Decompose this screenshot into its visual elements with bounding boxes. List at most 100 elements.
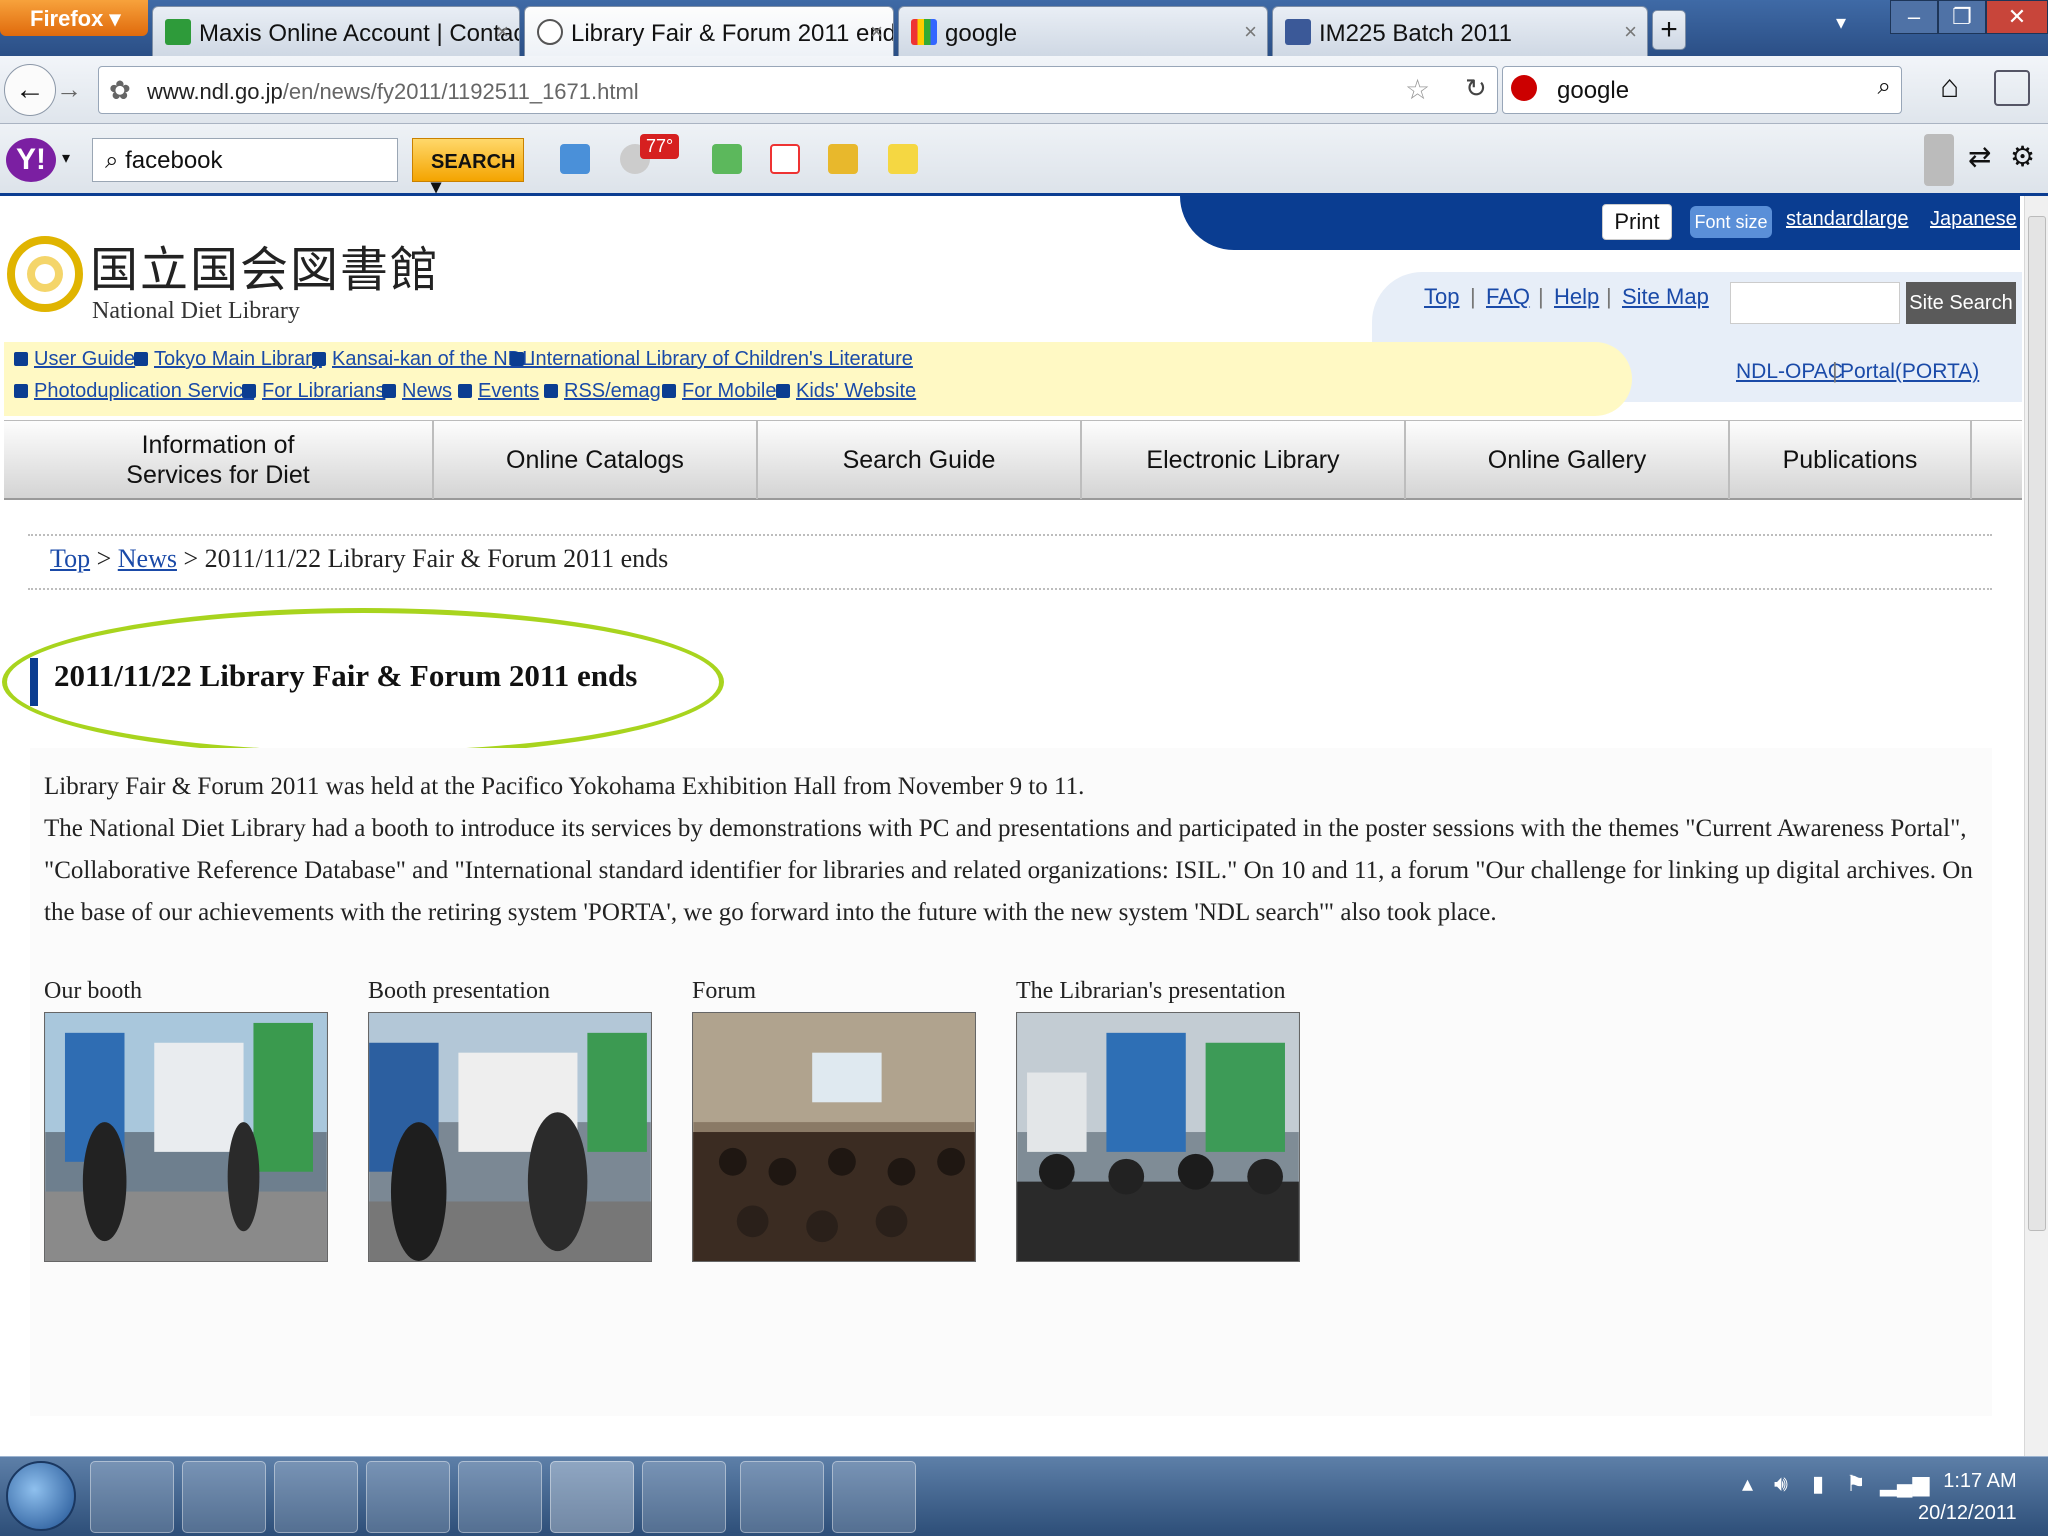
- power-icon[interactable]: ▮: [1812, 1471, 1824, 1497]
- link-for-librarians[interactable]: For Librarians: [242, 380, 385, 403]
- close-icon[interactable]: ×: [1244, 19, 1257, 45]
- sticky-pin-taskbar-icon[interactable]: [366, 1461, 450, 1533]
- tab-label: Library Fair & Forum 2011 ends | Nati...: [571, 20, 893, 47]
- breadcrumb-news-link[interactable]: News: [118, 544, 177, 573]
- toolbar-list-icon[interactable]: [1924, 134, 1954, 186]
- new-tab-button[interactable]: +: [1652, 10, 1686, 50]
- ebay-icon[interactable]: [888, 144, 918, 174]
- tab-facebook[interactable]: IM225 Batch 2011 ×: [1272, 6, 1648, 56]
- powerpoint-taskbar-icon[interactable]: [740, 1461, 824, 1533]
- font-standard-link[interactable]: standard: [1786, 208, 1864, 231]
- link-for-mobile[interactable]: For Mobile: [662, 380, 776, 403]
- yahoo-toolbar: Y! ▾ ⌕ facebook SEARCH ▾ 77° ⇄ ⚙: [0, 124, 2048, 198]
- yahoo-menu-chevron-icon[interactable]: ▾: [62, 148, 70, 168]
- link-kansai-kan[interactable]: Kansai-kan of the NDL: [312, 348, 533, 371]
- screen: Firefox ▾ Maxis Online Account | Contact…: [0, 0, 2048, 1536]
- media-player-taskbar-icon[interactable]: [274, 1461, 358, 1533]
- kaspersky-taskbar-icon[interactable]: [458, 1461, 542, 1533]
- word-taskbar-icon[interactable]: [832, 1461, 916, 1533]
- close-icon[interactable]: ×: [1624, 19, 1637, 45]
- scrollbar-thumb[interactable]: [2028, 216, 2046, 1231]
- separator: |: [1470, 284, 1476, 309]
- link-rss-emag[interactable]: RSS/emag: [544, 380, 661, 403]
- print-button[interactable]: Print: [1602, 204, 1672, 240]
- yahoo-search-button[interactable]: SEARCH ▾: [412, 138, 524, 198]
- yahoo-logo-icon[interactable]: Y!: [6, 138, 56, 182]
- action-center-icon[interactable]: ⚑: [1846, 1471, 1866, 1497]
- booth-presentation-photo[interactable]: [368, 1012, 652, 1262]
- start-button[interactable]: [6, 1461, 76, 1531]
- notepad-icon[interactable]: [828, 144, 858, 174]
- finance-icon[interactable]: [712, 144, 742, 174]
- weather-badge: 77°: [640, 134, 680, 159]
- close-icon[interactable]: ×: [496, 19, 509, 45]
- search-engine-icon[interactable]: [1511, 75, 1537, 101]
- minimize-button[interactable]: –: [1890, 0, 1938, 34]
- window-close-button[interactable]: ✕: [1986, 0, 2048, 34]
- search-engine-query: google: [1557, 77, 1630, 104]
- url-bar[interactable]: ✿ www.ndl.go.jp/en/news/fy2011/1192511_1…: [98, 66, 1498, 114]
- firefox-menu-button[interactable]: Firefox ▾: [0, 0, 148, 36]
- addon-icon[interactable]: [1994, 70, 2030, 106]
- forward-arrow-icon[interactable]: →: [56, 74, 82, 105]
- reload-icon[interactable]: ↻: [1465, 73, 1487, 104]
- header-link-help[interactable]: Help: [1554, 284, 1599, 310]
- firefox-taskbar-icon[interactable]: [550, 1461, 634, 1533]
- toolbar-swap-icon[interactable]: ⇄: [1968, 140, 1991, 173]
- site-search-button[interactable]: Site Search: [1906, 282, 2016, 324]
- site-identity-icon[interactable]: ✿: [109, 75, 131, 106]
- yahoo-search-input[interactable]: ⌕ facebook: [92, 138, 398, 182]
- site-search-input[interactable]: [1730, 282, 1900, 324]
- mail-icon[interactable]: [560, 144, 590, 174]
- link-portal-porta[interactable]: Portal(PORTA): [1840, 360, 1979, 384]
- breadcrumb-top-link[interactable]: Top: [50, 544, 90, 573]
- menu-search-guide[interactable]: Search Guide: [758, 421, 1082, 499]
- page-scrollbar[interactable]: [2024, 196, 2048, 1456]
- maxis-taskbar-icon[interactable]: [642, 1461, 726, 1533]
- tab-label: IM225 Batch 2011: [1319, 20, 1513, 47]
- menu-online-catalogs[interactable]: Online Catalogs: [434, 421, 758, 499]
- link-photoduplication[interactable]: Photoduplication Service: [14, 380, 254, 403]
- menu-services-for-diet[interactable]: Information of Services for Diet: [4, 421, 434, 499]
- ie-taskbar-icon[interactable]: [90, 1461, 174, 1533]
- librarian-presentation-photo[interactable]: [1016, 1012, 1300, 1262]
- link-user-guide[interactable]: User Guide: [14, 348, 135, 371]
- search-engine-box[interactable]: google ⌕: [1502, 66, 1902, 114]
- tab-list-chevron-icon[interactable]: ▾: [1836, 10, 1846, 35]
- tray-expand-icon[interactable]: ▴: [1742, 1471, 1753, 1497]
- toolbar-settings-gear-icon[interactable]: ⚙: [2010, 140, 2035, 173]
- header-link-top[interactable]: Top: [1424, 284, 1459, 310]
- breadcrumb: Top > News > 2011/11/22 Library Fair & F…: [50, 544, 668, 574]
- maximize-button[interactable]: ❐: [1938, 0, 1986, 34]
- menu-online-gallery[interactable]: Online Gallery: [1406, 421, 1730, 499]
- explorer-taskbar-icon[interactable]: [182, 1461, 266, 1533]
- header-link-faq[interactable]: FAQ: [1486, 284, 1530, 310]
- font-large-link[interactable]: large: [1864, 208, 1908, 231]
- close-icon[interactable]: ×: [870, 19, 883, 45]
- volume-icon[interactable]: 🔊︎: [1774, 1471, 1788, 1497]
- header-link-sitemap[interactable]: Site Map: [1622, 284, 1709, 310]
- taskbar-clock[interactable]: 1:17 AM 20/12/2011: [1918, 1465, 2017, 1529]
- bookmark-star-icon[interactable]: ☆: [1405, 73, 1430, 106]
- link-events[interactable]: Events: [458, 380, 539, 403]
- link-news[interactable]: News: [382, 380, 452, 403]
- back-arrow-icon[interactable]: ←: [4, 64, 56, 116]
- menu-electronic-library[interactable]: Electronic Library: [1082, 421, 1406, 499]
- link-children-literature[interactable]: International Library of Children's Lite…: [510, 348, 913, 371]
- magnifier-icon[interactable]: ⌕: [1878, 73, 1891, 101]
- tab-ndl[interactable]: Library Fair & Forum 2011 ends | Nati...…: [524, 6, 894, 56]
- link-ndl-opac[interactable]: NDL-OPAC: [1736, 360, 1843, 384]
- link-kids-website[interactable]: Kids' Website: [776, 380, 916, 403]
- facebook-favicon-icon: [1285, 19, 1311, 45]
- photo-caption: The Librarian's presentation: [1016, 978, 1286, 1004]
- tab-maxis[interactable]: Maxis Online Account | Contact us×: [152, 6, 520, 56]
- booth-photo[interactable]: [44, 1012, 328, 1262]
- menu-publications[interactable]: Publications: [1730, 421, 1972, 499]
- flickr-icon[interactable]: [770, 144, 800, 174]
- tab-google[interactable]: google ×: [898, 6, 1268, 56]
- forum-photo[interactable]: [692, 1012, 976, 1262]
- link-tokyo-main-library[interactable]: Tokyo Main Library: [134, 348, 322, 371]
- logo-english-name: National Diet Library: [92, 298, 300, 324]
- home-icon[interactable]: ⌂: [1940, 68, 1959, 105]
- japanese-link[interactable]: Japanese: [1930, 208, 2017, 231]
